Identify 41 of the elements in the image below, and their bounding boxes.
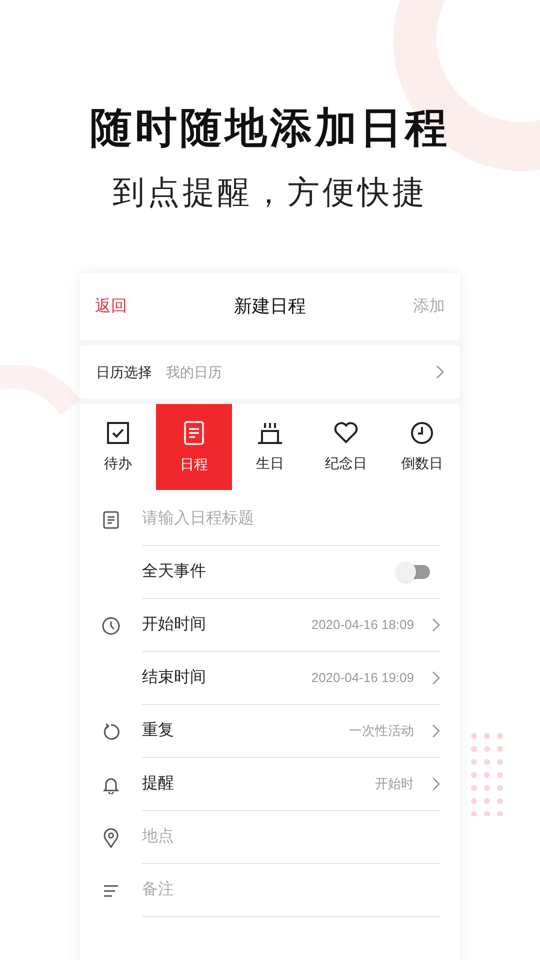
row-label: 提醒 (142, 774, 174, 794)
type-tab[interactable]: 日程 (156, 404, 232, 490)
row-label: 开始时间 (142, 614, 206, 635)
cake-icon (257, 420, 283, 444)
input-field[interactable]: 请输入日程标题 (142, 493, 440, 545)
calendar-row[interactable]: 日历选择 我的日历 (80, 346, 460, 398)
document-icon (183, 420, 205, 446)
chevron-icon (432, 618, 440, 632)
settings-row[interactable]: 结束时间 2020-04-16 19:09 (142, 652, 440, 705)
notes-icon (103, 884, 119, 898)
row-label: 重复 (142, 720, 174, 741)
row-value: 2020-04-16 18:09 (311, 616, 414, 634)
input-field[interactable]: 备注 (142, 864, 440, 916)
checkbox-icon (106, 420, 130, 444)
row-label: 全天事件 (142, 562, 206, 582)
chevron-icon (436, 365, 444, 379)
settings-row[interactable]: 重复 一次性活动 (142, 705, 440, 758)
chevron-icon (432, 724, 440, 738)
document-icon (103, 510, 119, 528)
toggle-switch[interactable] (396, 562, 430, 582)
clock-icon (410, 420, 434, 444)
row-value: 2020-04-16 19:09 (311, 669, 414, 688)
input-field[interactable]: 地点 (142, 811, 440, 863)
settings-row[interactable]: 提醒 开始时 (142, 758, 440, 811)
back-button[interactable]: 返回 (95, 294, 127, 318)
row-value: 开始时 (375, 775, 414, 794)
clock-icon (102, 616, 120, 634)
heart-icon (333, 420, 359, 444)
chevron-icon (432, 671, 440, 685)
subheadline: 到点提醒，方便快捷 (112, 173, 428, 212)
row-value: 一次性活动 (349, 722, 414, 740)
refresh-icon (102, 722, 120, 740)
row-label: 结束时间 (142, 668, 206, 688)
screen-title: 新建日程 (234, 295, 306, 318)
row-value: 我的日历 (166, 362, 222, 382)
chevron-icon (432, 777, 440, 791)
row-label: 日历选择 (96, 362, 152, 382)
bell-icon (103, 776, 119, 794)
location-pin-icon (103, 828, 119, 848)
headline: 随时随地添加日程 (90, 103, 450, 153)
settings-row[interactable]: 开始时间 2020-04-16 18:09 (142, 599, 440, 652)
